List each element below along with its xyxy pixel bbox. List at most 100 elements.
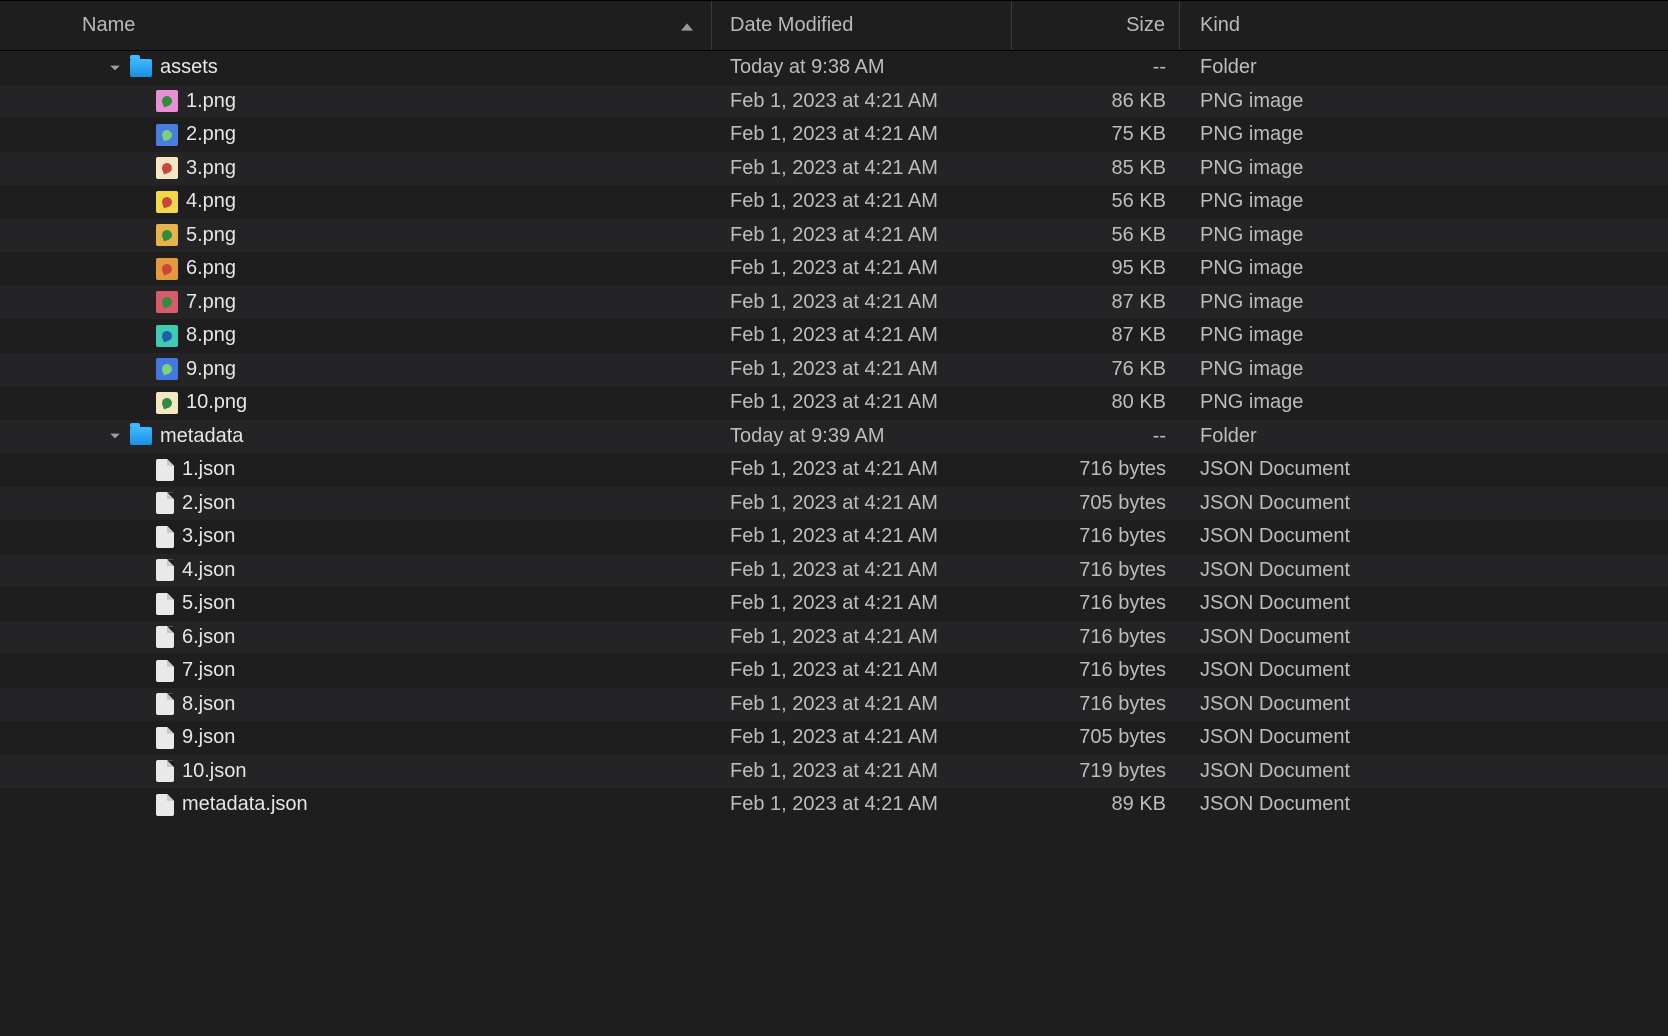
folder-icon [130,427,152,445]
image-thumbnail-icon [156,224,178,246]
column-header-name[interactable]: Name [0,1,712,50]
file-kind: JSON Document [1180,788,1668,822]
file-kind: JSON Document [1180,755,1668,789]
file-size: 705 bytes [1012,721,1180,755]
document-icon [156,626,174,648]
file-row[interactable]: 3.jsonFeb 1, 2023 at 4:21 AM716 bytesJSO… [0,520,1668,554]
file-size: 75 KB [1012,118,1180,152]
file-kind: JSON Document [1180,721,1668,755]
file-row[interactable]: 10.jsonFeb 1, 2023 at 4:21 AM719 bytesJS… [0,755,1668,789]
date-modified: Feb 1, 2023 at 4:21 AM [712,721,1012,755]
date-modified: Feb 1, 2023 at 4:21 AM [712,252,1012,286]
date-modified: Feb 1, 2023 at 4:21 AM [712,520,1012,554]
file-kind: PNG image [1180,152,1668,186]
document-icon [156,760,174,782]
file-row[interactable]: 7.jsonFeb 1, 2023 at 4:21 AM716 bytesJSO… [0,654,1668,688]
image-thumbnail-icon [156,191,178,213]
file-kind: JSON Document [1180,554,1668,588]
file-row[interactable]: 8.jsonFeb 1, 2023 at 4:21 AM716 bytesJSO… [0,688,1668,722]
file-name: 1.png [186,90,236,113]
file-size: 716 bytes [1012,688,1180,722]
file-size: 89 KB [1012,788,1180,822]
disclosure-triangle-icon[interactable] [108,429,122,443]
file-row[interactable]: 2.png Feb 1, 2023 at 4:21 AM75 KBPNG imag… [0,118,1668,152]
column-header-kind[interactable]: Kind [1180,1,1668,50]
image-thumbnail-icon [156,90,178,112]
column-header-row: Name Date Modified Size Kind [0,1,1668,51]
document-icon [156,660,174,682]
file-row[interactable]: 2.jsonFeb 1, 2023 at 4:21 AM705 bytesJSO… [0,487,1668,521]
file-kind: Folder [1180,51,1668,85]
file-row[interactable]: 9.json Feb 1, 2023 at 4:21 AM705 bytesJSO… [0,721,1668,755]
file-row[interactable]: 4.png Feb 1, 2023 at 4:21 AM56 KBPNG imag… [0,185,1668,219]
file-row[interactable]: 6.json Feb 1, 2023 at 4:21 AM716 bytesJSO… [0,621,1668,655]
file-name: 1.json [182,458,235,481]
file-name: 4.png [186,190,236,213]
file-kind: JSON Document [1180,688,1668,722]
file-row[interactable]: metadata.jsonFeb 1, 2023 at 4:21 AM89 KB… [0,788,1668,822]
file-name: 6.json [182,626,235,649]
disclosure-triangle-icon[interactable] [108,61,122,75]
document-icon [156,459,174,481]
date-modified: Today at 9:38 AM [712,51,1012,85]
image-thumbnail-icon [156,392,178,414]
file-size: 86 KB [1012,85,1180,119]
date-modified: Feb 1, 2023 at 4:21 AM [712,353,1012,387]
file-row[interactable]: 8.pngFeb 1, 2023 at 4:21 AM87 KBPNG imag… [0,319,1668,353]
file-size: 716 bytes [1012,621,1180,655]
file-size: 56 KB [1012,185,1180,219]
document-icon [156,693,174,715]
file-row[interactable]: 5.pngFeb 1, 2023 at 4:21 AM56 KBPNG imag… [0,219,1668,253]
file-row[interactable]: 3.pngFeb 1, 2023 at 4:21 AM85 KBPNG imag… [0,152,1668,186]
column-header-date-modified[interactable]: Date Modified [712,1,1012,50]
image-thumbnail-icon [156,325,178,347]
file-kind: PNG image [1180,386,1668,420]
file-size: 716 bytes [1012,554,1180,588]
column-header-size-label: Size [1126,14,1165,37]
file-name: 4.json [182,559,235,582]
file-row[interactable]: 1.pngFeb 1, 2023 at 4:21 AM86 KBPNG imag… [0,85,1668,119]
date-modified: Feb 1, 2023 at 4:21 AM [712,85,1012,119]
image-thumbnail-icon [156,358,178,380]
file-row[interactable]: 10.pngFeb 1, 2023 at 4:21 AM80 KBPNG ima… [0,386,1668,420]
date-modified: Feb 1, 2023 at 4:21 AM [712,654,1012,688]
date-modified: Feb 1, 2023 at 4:21 AM [712,219,1012,253]
file-kind: PNG image [1180,353,1668,387]
image-thumbnail-icon [156,291,178,313]
file-size: 716 bytes [1012,587,1180,621]
date-modified: Feb 1, 2023 at 4:21 AM [712,554,1012,588]
file-name: metadata [160,425,243,448]
file-kind: PNG image [1180,185,1668,219]
date-modified: Feb 1, 2023 at 4:21 AM [712,487,1012,521]
file-name: 2.png [186,123,236,146]
file-size: 719 bytes [1012,755,1180,789]
file-kind: PNG image [1180,118,1668,152]
file-name: 10.png [186,391,247,414]
date-modified: Feb 1, 2023 at 4:21 AM [712,185,1012,219]
date-modified: Feb 1, 2023 at 4:21 AM [712,152,1012,186]
file-row[interactable]: 7.pngFeb 1, 2023 at 4:21 AM87 KBPNG imag… [0,286,1668,320]
date-modified: Feb 1, 2023 at 4:21 AM [712,118,1012,152]
file-row[interactable]: 9.pngFeb 1, 2023 at 4:21 AM76 KBPNG imag… [0,353,1668,387]
folder-row[interactable]: metadataToday at 9:39 AM--Folder [0,420,1668,454]
date-modified: Feb 1, 2023 at 4:21 AM [712,621,1012,655]
file-row[interactable]: 1.jsonFeb 1, 2023 at 4:21 AM716 bytesJSO… [0,453,1668,487]
file-kind: PNG image [1180,252,1668,286]
file-row[interactable]: 6.pngFeb 1, 2023 at 4:21 AM95 KBPNG imag… [0,252,1668,286]
file-kind: PNG image [1180,286,1668,320]
file-row[interactable]: 4.json Feb 1, 2023 at 4:21 AM716 bytesJSO… [0,554,1668,588]
folder-row[interactable]: assetsToday at 9:38 AM--Folder [0,51,1668,85]
file-row[interactable]: 5.jsonFeb 1, 2023 at 4:21 AM716 bytesJSO… [0,587,1668,621]
file-kind: JSON Document [1180,621,1668,655]
file-name: 3.json [182,525,235,548]
finder-list-view: Name Date Modified Size Kind assetsToday… [0,0,1668,1036]
file-name: 9.json [182,726,235,749]
file-name: 7.json [182,659,235,682]
column-header-name-label: Name [82,14,135,37]
column-header-size[interactable]: Size [1012,1,1180,50]
file-name: 6.png [186,257,236,280]
file-kind: JSON Document [1180,453,1668,487]
date-modified: Feb 1, 2023 at 4:21 AM [712,286,1012,320]
file-size: 716 bytes [1012,453,1180,487]
file-size: 87 KB [1012,319,1180,353]
